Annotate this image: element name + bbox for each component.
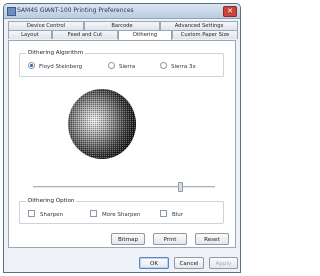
radio-icon[interactable]: [160, 62, 167, 69]
apply-button[interactable]: Apply: [209, 257, 238, 269]
slider-track[interactable]: [33, 186, 215, 188]
sharpen-label: Sharpen: [40, 212, 63, 218]
checkbox-sharpen[interactable]: Sharpen: [28, 210, 63, 219]
printer-app-icon: [7, 7, 16, 16]
checkbox-icon[interactable]: [90, 210, 97, 217]
title-bar[interactable]: SAM4S GIANT-100 Printing Preferences ✕: [4, 4, 240, 19]
dithering-algorithm-label: Dithering Algorithm: [26, 50, 86, 57]
window-title: SAM4S GIANT-100 Printing Preferences: [17, 7, 134, 14]
bitmap-button[interactable]: Bitmap: [111, 233, 145, 245]
tab-custom-paper-size[interactable]: Custom Paper Size: [172, 30, 238, 39]
blur-label: Blur: [172, 212, 184, 218]
checkbox-icon[interactable]: [160, 210, 167, 217]
sierra-3x-label: Sierra 3x: [171, 64, 196, 70]
sierra-label: Sierra: [119, 64, 136, 70]
checkbox-icon[interactable]: [28, 210, 35, 217]
dithering-panel: Dithering Algorithm Floyd Steinberg Sier…: [8, 40, 236, 248]
dithered-sphere-preview: [68, 89, 136, 159]
radio-selected-icon[interactable]: [28, 62, 35, 69]
dithering-algorithm-group: Dithering Algorithm Floyd Steinberg Sier…: [19, 50, 224, 77]
dithering-option-group: Dithering Option Sharpen More Sharpen Bl…: [19, 198, 224, 224]
print-button[interactable]: Print: [153, 233, 187, 245]
tab-row-front: Layout Feed and Cut Dithering Custom Pap…: [8, 30, 238, 40]
radio-floyd-steinberg[interactable]: Floyd Steinberg: [28, 62, 82, 71]
tab-layout[interactable]: Layout: [8, 30, 52, 39]
checkbox-more-sharpen[interactable]: More Sharpen: [90, 210, 140, 219]
cancel-button[interactable]: Cancel: [174, 257, 204, 269]
reset-button[interactable]: Reset: [195, 233, 229, 245]
ok-button[interactable]: OK: [139, 257, 169, 269]
radio-icon[interactable]: [108, 62, 115, 69]
slider-thumb[interactable]: [178, 182, 183, 192]
radio-sierra-3x[interactable]: Sierra 3x: [160, 62, 196, 71]
tab-dithering[interactable]: Dithering: [118, 30, 172, 40]
tab-barcode[interactable]: Barcode: [84, 21, 160, 30]
floyd-steinberg-label: Floyd Steinberg: [39, 64, 83, 70]
checkbox-blur[interactable]: Blur: [160, 210, 183, 219]
tab-device-control[interactable]: Device Control: [8, 21, 84, 30]
more-sharpen-label: More Sharpen: [102, 212, 141, 218]
dithering-option-label: Dithering Option: [26, 198, 77, 205]
printing-preferences-window: SAM4S GIANT-100 Printing Preferences ✕ D…: [3, 3, 241, 273]
tab-advanced-settings[interactable]: Advanced Settings: [160, 21, 238, 30]
tab-row-back: Device Control Barcode Advanced Settings: [8, 21, 238, 30]
close-icon[interactable]: ✕: [223, 6, 237, 17]
tab-feed-and-cut[interactable]: Feed and Cut: [52, 30, 118, 39]
radio-sierra[interactable]: Sierra: [108, 62, 135, 71]
